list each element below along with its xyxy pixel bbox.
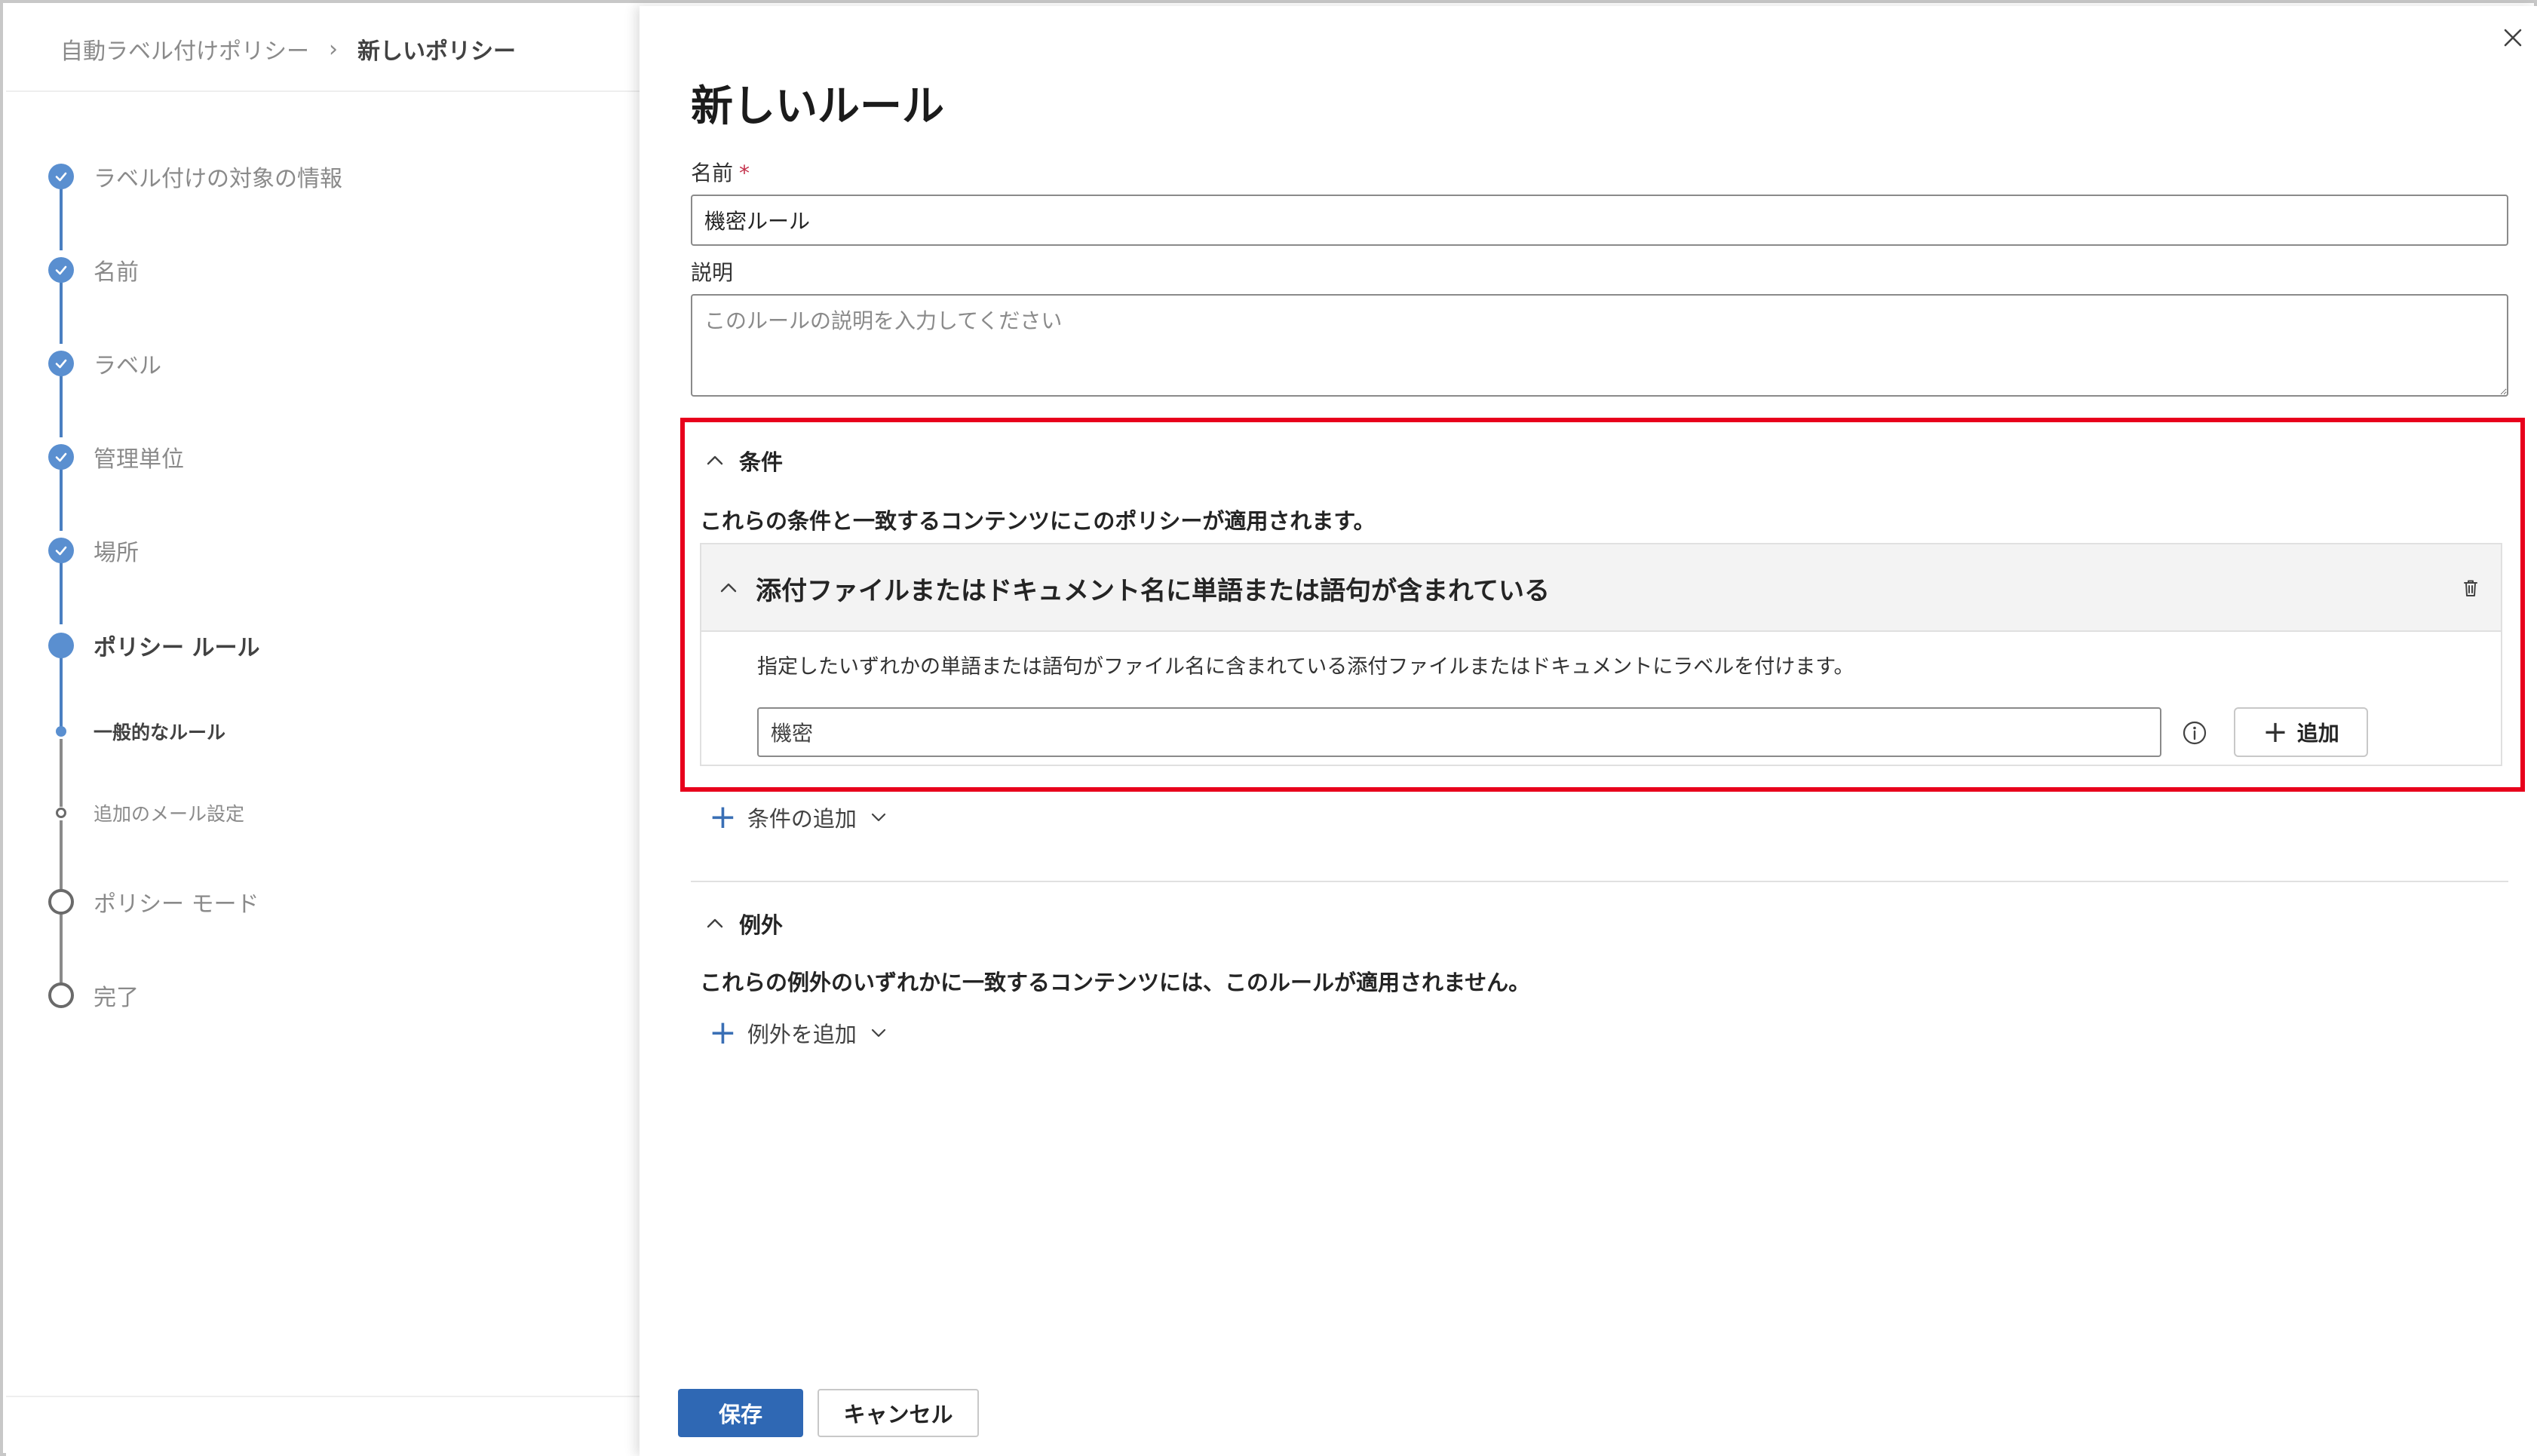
add-keyword-button[interactable]: + 追加 xyxy=(2234,707,2368,757)
breadcrumb: 自動ラベル付けポリシー › 新しいポリシー xyxy=(60,29,516,69)
conditions-header: 条件 xyxy=(739,449,784,475)
plus-icon: + xyxy=(2262,715,2288,749)
save-button[interactable]: 保存 xyxy=(678,1389,803,1437)
wizard-panel: 自動ラベル付けポリシー › 新しいポリシー ラベル付けの対象の情報 名前 ラベル… xyxy=(6,6,640,1456)
wizard-step-label: ポリシー モード xyxy=(94,891,259,918)
breadcrumb-parent-link[interactable]: 自動ラベル付けポリシー xyxy=(60,32,309,66)
checkmark-icon xyxy=(48,351,74,376)
substep-indicator xyxy=(56,726,66,737)
pending-step-indicator xyxy=(48,982,74,1008)
step-connector xyxy=(60,914,63,983)
trash-icon xyxy=(2464,580,2477,596)
conditions-section-toggle[interactable]: 条件 xyxy=(701,445,783,477)
name-field-label: 名前 * xyxy=(691,157,750,187)
wizard-step-name[interactable]: 名前 xyxy=(48,253,139,287)
wizard-step-finish[interactable]: 完了 xyxy=(48,979,139,1012)
step-connector xyxy=(60,820,63,890)
exceptions-header: 例外 xyxy=(739,912,784,938)
wizard-step-label: ラベル付けの対象の情報 xyxy=(94,166,342,192)
add-exception-label: 例外を追加 xyxy=(747,1022,857,1047)
wizard-step-label: 場所 xyxy=(94,540,139,566)
pending-step-indicator xyxy=(48,889,74,915)
close-button[interactable] xyxy=(2496,21,2529,54)
add-exception-button[interactable]: + 例外を追加 xyxy=(709,1016,888,1050)
chevron-up-icon xyxy=(720,583,737,593)
chevron-down-icon xyxy=(869,808,888,827)
rule-description-input[interactable] xyxy=(691,294,2508,397)
step-connector xyxy=(60,469,63,531)
wizard-step-label: 名前 xyxy=(94,259,139,286)
condition-collapse-toggle[interactable] xyxy=(715,575,742,602)
info-icon[interactable] xyxy=(2181,719,2208,746)
wizard-step-label: ラベル xyxy=(94,353,161,379)
rule-name-input[interactable] xyxy=(691,195,2508,246)
add-condition-label: 条件の追加 xyxy=(747,806,857,832)
checkmark-icon xyxy=(48,257,74,283)
wizard-step-label: 完了 xyxy=(94,985,139,1011)
wizard-step-policy-rules[interactable]: ポリシー ルール xyxy=(48,629,259,662)
wizard-step-admin-units[interactable]: 管理単位 xyxy=(48,440,184,474)
wizard-step-locations[interactable]: 場所 xyxy=(48,534,139,567)
chevron-up-icon xyxy=(701,447,729,474)
wizard-step-labeling-target[interactable]: ラベル付けの対象の情報 xyxy=(48,160,342,193)
add-keyword-label: 追加 xyxy=(2296,721,2339,746)
wizard-step-label: 一般的なルール xyxy=(94,722,226,743)
wizard-substep-general-rules[interactable]: 一般的なルール xyxy=(48,718,225,745)
condition-card: 添付ファイルまたはドキュメント名に単語または語句が含まれている 指定したいずれか… xyxy=(700,543,2502,766)
keyword-input[interactable] xyxy=(757,707,2161,757)
substep-indicator xyxy=(56,808,66,818)
cancel-button[interactable]: キャンセル xyxy=(818,1389,979,1437)
wizard-substep-additional-mail[interactable]: 追加のメール設定 xyxy=(48,799,244,826)
step-connector xyxy=(60,739,63,807)
footer-divider xyxy=(6,1396,640,1397)
conditions-description: これらの条件と一致するコンテンツにこのポリシーが適用されます。 xyxy=(700,508,1376,534)
section-divider xyxy=(691,881,2508,882)
checkmark-icon xyxy=(48,164,74,189)
delete-condition-button[interactable] xyxy=(2456,573,2486,603)
checkmark-icon xyxy=(48,444,74,470)
plus-icon: + xyxy=(709,1013,737,1052)
header-divider xyxy=(6,90,640,92)
step-connector xyxy=(60,656,63,727)
step-connector xyxy=(60,562,63,624)
required-mark: * xyxy=(739,161,750,185)
breadcrumb-current: 新しいポリシー xyxy=(357,38,516,65)
current-step-indicator xyxy=(48,633,74,658)
description-field-label: 説明 xyxy=(691,260,734,285)
condition-title: 添付ファイルまたはドキュメント名に単語または語句が含まれている xyxy=(756,576,1550,606)
breadcrumb-separator: › xyxy=(329,35,338,63)
wizard-step-policy-mode[interactable]: ポリシー モード xyxy=(48,885,259,918)
chevron-down-icon xyxy=(869,1023,888,1043)
step-connector xyxy=(60,282,63,344)
wizard-step-label: 追加のメール設定 xyxy=(94,803,245,825)
plus-icon: + xyxy=(709,798,737,836)
wizard-step-label: 管理単位 xyxy=(94,446,184,473)
exceptions-section-toggle[interactable]: 例外 xyxy=(701,908,783,940)
step-connector xyxy=(60,189,63,250)
add-condition-button[interactable]: + 条件の追加 xyxy=(709,801,888,834)
exceptions-description: これらの例外のいずれかに一致するコンテンツには、このルールが適用されません。 xyxy=(700,970,1531,995)
chevron-up-icon xyxy=(701,910,729,937)
condition-card-header: 添付ファイルまたはドキュメント名に単語または語句が含まれている xyxy=(701,544,2501,632)
name-label-text: 名前 xyxy=(691,161,734,185)
wizard-step-label-select[interactable]: ラベル xyxy=(48,347,161,380)
flyout-title: 新しいルール xyxy=(691,82,944,131)
wizard-step-label: ポリシー ルール xyxy=(94,635,260,661)
app-window: 自動ラベル付けポリシー › 新しいポリシー ラベル付けの対象の情報 名前 ラベル… xyxy=(0,0,2537,1456)
new-rule-flyout: 新しいルール 名前* 説明 条件 これらの条件と一致するコンテンツにこのポリシー… xyxy=(640,6,2537,1456)
checkmark-icon xyxy=(48,538,74,563)
step-connector xyxy=(60,375,63,437)
condition-description: 指定したいずれかの単語または語句がファイル名に含まれている添付ファイルまたはドキ… xyxy=(757,655,1854,679)
close-icon xyxy=(2504,29,2522,47)
